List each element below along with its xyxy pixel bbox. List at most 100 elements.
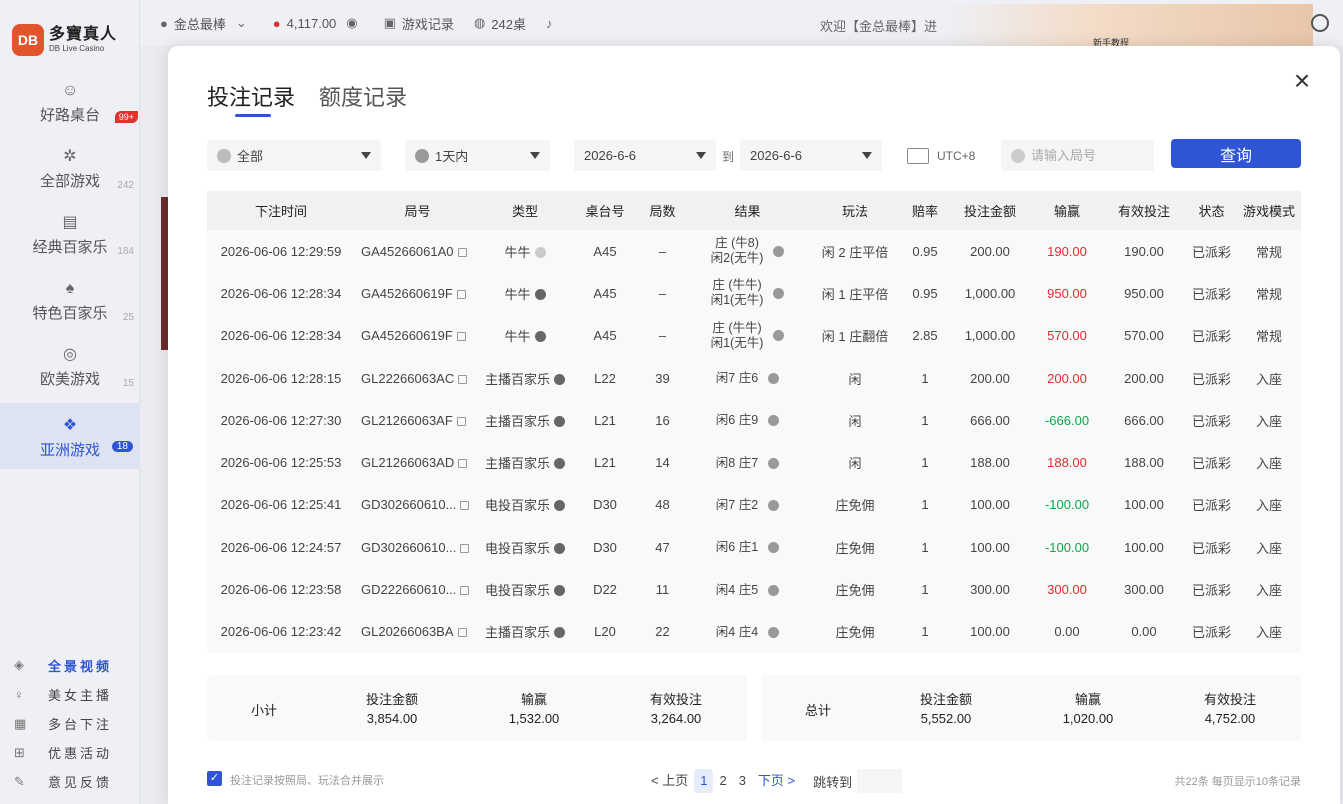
bet-type: 闲 — [848, 456, 862, 472]
result-line-1: 闲6 庄9 — [715, 413, 759, 428]
notification-button[interactable]: ♪ — [546, 16, 559, 31]
game-type: 主播百家乐 — [484, 625, 550, 641]
table-row[interactable]: 2026-06-06 12:24:57 GD302660610... 电投百家乐 D3… — [207, 526, 1301, 568]
tab-bet-records[interactable]: 投注记录 — [207, 80, 295, 117]
link-promotions[interactable]: ⊞ 优惠活动 — [14, 738, 134, 767]
info-icon[interactable] — [768, 499, 780, 511]
table-row[interactable]: 2026-06-06 12:29:59 GA45266061A0 牛牛 A45 – 庄 (… — [207, 230, 1301, 272]
bet-amount: 100.00 — [970, 497, 1010, 513]
type-cell: 电投百家乐 — [480, 580, 570, 599]
result-line-1: 闲7 庄2 — [715, 497, 759, 512]
replay-icon[interactable] — [554, 627, 565, 639]
link-feedback[interactable]: ✎ 意见反馈 — [14, 767, 134, 796]
status: 已派彩 — [1191, 498, 1231, 514]
timezone-picker[interactable]: UTC+8 — [907, 148, 975, 164]
result-line-1: 闲4 庄4 — [715, 624, 759, 639]
chevron-down-icon[interactable]: ⌄ — [236, 15, 247, 31]
table-count[interactable]: ◍ 242桌 — [474, 14, 526, 33]
sidebar-item-classic-baccarat[interactable]: ▤ 经典百家乐 184 — [0, 212, 140, 278]
close-icon[interactable]: × — [1290, 67, 1314, 95]
subtotal-valid: 有效投注 3,264.00 — [616, 690, 736, 728]
sidebar-item-count: 25 — [122, 312, 134, 323]
bet-time: 2026-06-06 12:25:41 — [220, 497, 342, 513]
table-row[interactable]: 2026-06-06 12:23:58 GD222660610... 电投百家乐 D2… — [207, 568, 1301, 610]
copy-icon[interactable] — [460, 543, 470, 553]
date-from-select[interactable]: 2026-6-6 — [574, 140, 716, 171]
prev-page-button[interactable]: < 上页 — [645, 769, 694, 793]
link-label: 全景视频 — [48, 658, 113, 674]
tab-credit-records[interactable]: 额度记录 — [319, 80, 407, 114]
replay-icon[interactable] — [554, 458, 565, 470]
copy-icon[interactable] — [460, 501, 470, 511]
chevron-down-icon — [361, 152, 371, 159]
copy-icon[interactable] — [457, 247, 467, 257]
replay-icon[interactable] — [534, 246, 546, 258]
date-range-separator: 到 — [722, 150, 735, 164]
period-select[interactable]: 1天内 — [405, 140, 550, 171]
merge-checkbox[interactable]: ✓ — [207, 771, 222, 786]
copy-icon[interactable] — [458, 459, 468, 469]
page-button-3[interactable]: 3 — [733, 769, 752, 793]
replay-icon[interactable] — [554, 373, 565, 385]
valid-bet: 570.00 — [1124, 328, 1164, 344]
replay-icon[interactable] — [554, 415, 565, 427]
subtotal-valid-value: 3,264.00 — [650, 711, 702, 726]
replay-icon[interactable] — [554, 585, 565, 597]
next-page-button[interactable]: 下页 > — [752, 769, 801, 793]
table-row[interactable]: 2026-06-06 12:28:34 GA452660619F 牛牛 A45 – 庄 (… — [207, 272, 1301, 314]
win-loss: 190.00 — [1047, 243, 1087, 259]
table-row[interactable]: 2026-06-06 12:27:30 GL21266063AF 主播百家乐 L21 1… — [207, 399, 1301, 441]
link-hostess[interactable]: ♀ 美女主播 — [14, 680, 134, 709]
table-row[interactable]: 2026-06-06 12:28:34 GA452660619F 牛牛 A45 – 庄 (… — [207, 315, 1301, 357]
search-icon[interactable] — [1311, 14, 1329, 32]
table-number: L22 — [594, 370, 616, 386]
page-button-2[interactable]: 2 — [713, 769, 732, 793]
page-button-1[interactable]: 1 — [694, 769, 714, 793]
info-icon[interactable] — [768, 542, 780, 554]
sidebar-item-special-baccarat[interactable]: ♠ 特色百家乐 25 — [0, 278, 140, 344]
info-icon[interactable] — [768, 626, 780, 638]
sidebar-item-good-road[interactable]: ☺ 好路桌台 99+ — [0, 80, 140, 146]
info-icon[interactable] — [768, 373, 780, 385]
replay-icon[interactable] — [554, 542, 565, 554]
link-label: 美女主播 — [48, 688, 113, 703]
copy-icon[interactable] — [456, 416, 466, 426]
info-icon[interactable] — [773, 287, 785, 299]
replay-icon[interactable] — [534, 331, 546, 343]
copy-icon[interactable] — [456, 290, 466, 299]
subtotal-win-value: 1,532.00 — [508, 711, 560, 726]
copy-icon[interactable] — [460, 586, 470, 596]
date-to-select[interactable]: 2026-6-6 — [740, 140, 882, 171]
result-line-1: 闲4 庄5 — [715, 582, 759, 597]
replay-icon[interactable] — [554, 500, 565, 512]
promo-banner[interactable]: 新手教程 — [943, 4, 1313, 48]
copy-icon[interactable] — [458, 374, 468, 384]
table-row[interactable]: 2026-06-06 12:28:15 GL22266063AC 主播百家乐 L22 3… — [207, 357, 1301, 399]
sidebar-item-western-games[interactable]: ◎ 欧美游戏 15 — [0, 344, 140, 410]
game-records-link[interactable]: ▣ 游戏记录 — [384, 14, 454, 33]
brand-logo[interactable]: DB 多寶真人 DB Live Casino — [12, 24, 117, 56]
copy-icon[interactable] — [456, 332, 466, 342]
eye-icon[interactable]: ◉ — [346, 15, 357, 31]
info-icon[interactable] — [768, 415, 780, 427]
info-icon[interactable] — [768, 457, 780, 469]
table-row[interactable]: 2026-06-06 12:25:53 GL21266063AD 主播百家乐 L21 1… — [207, 441, 1301, 483]
link-panorama[interactable]: ◈ 全景视频 — [14, 650, 134, 680]
info-icon[interactable] — [768, 584, 780, 596]
copy-icon[interactable] — [457, 628, 467, 638]
info-icon[interactable] — [773, 245, 785, 257]
user-info[interactable]: ● 金总最棒 ⌄ — [160, 14, 253, 33]
jump-page-input[interactable] — [857, 769, 903, 793]
table-row[interactable]: 2026-06-06 12:25:41 GD302660610... 电投百家乐 D3… — [207, 484, 1301, 526]
info-icon[interactable] — [773, 330, 785, 342]
query-button[interactable]: 查询 — [1171, 139, 1301, 168]
sidebar-item-asia-games[interactable]: ❖ 亚洲游戏 18 — [0, 403, 140, 469]
win-loss: -100.00 — [1044, 539, 1090, 555]
username: 金总最棒 — [173, 16, 226, 32]
replay-icon[interactable] — [534, 289, 546, 300]
sidebar-item-all-games[interactable]: ✲ 全部游戏 242 — [0, 146, 140, 212]
round-cell: GD222660610... — [355, 582, 480, 597]
table-row[interactable]: 2026-06-06 12:23:42 GL20266063BA 主播百家乐 L20 2… — [207, 611, 1301, 653]
link-multi-table[interactable]: ▦ 多台下注 — [14, 709, 134, 738]
game-select[interactable]: 全部 — [207, 140, 381, 171]
